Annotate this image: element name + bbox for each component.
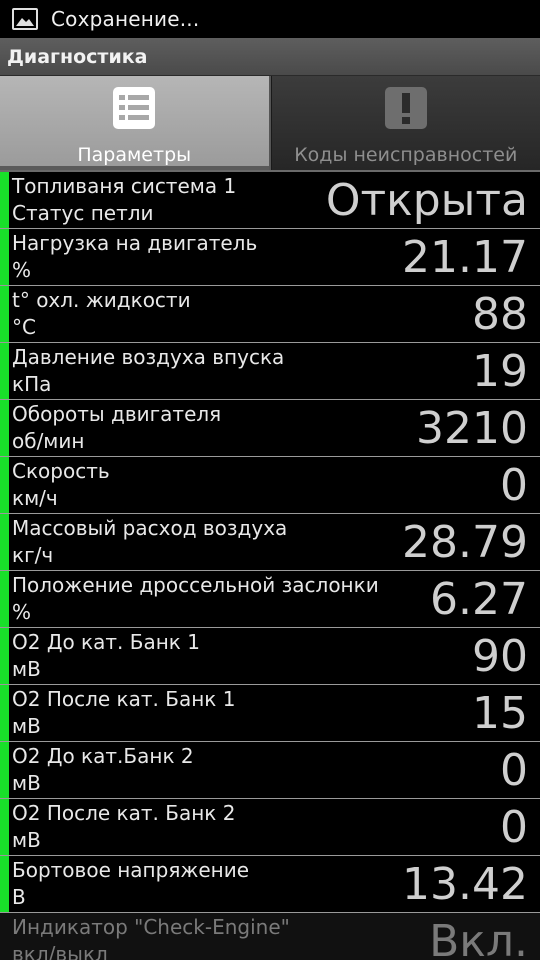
tab-fault-codes[interactable]: Коды неисправностей <box>270 76 540 170</box>
status-indicator <box>0 856 9 912</box>
parameter-value: 3210 <box>416 403 528 454</box>
parameter-unit: мВ <box>12 771 41 795</box>
title-bar: Диагностика <box>0 38 540 76</box>
parameter-unit: % <box>12 600 32 624</box>
parameter-value: 0 <box>500 802 528 853</box>
parameter-value: 6.27 <box>430 574 528 625</box>
parameter-unit: мВ <box>12 828 41 852</box>
status-indicator <box>0 172 9 228</box>
parameter-unit: кг/ч <box>12 543 54 567</box>
status-bar: Сохранение... <box>0 0 540 38</box>
parameter-unit: об/мин <box>12 429 85 453</box>
parameter-value: 13.42 <box>402 859 528 910</box>
list-item[interactable]: Обороты двигателя об/мин 3210 <box>0 399 540 456</box>
image-icon <box>12 8 38 30</box>
tab-parameters[interactable]: Параметры <box>0 76 271 170</box>
parameter-name: t° охл. жидкости <box>12 288 191 312</box>
parameter-value: 0 <box>500 745 528 796</box>
parameter-name: O2 До кат.Банк 2 <box>12 744 194 768</box>
list-item[interactable]: Бортовое напряжение В 13.42 <box>0 855 540 912</box>
parameter-name: Топливаня система 1 <box>12 174 237 198</box>
parameter-name: O2 До кат. Банк 1 <box>12 630 200 654</box>
list-item[interactable]: O2 После кат. Банк 1 мВ 15 <box>0 684 540 741</box>
status-indicator <box>0 400 9 456</box>
parameter-value: 88 <box>472 289 528 340</box>
status-indicator <box>0 742 9 798</box>
tab-parameters-label: Параметры <box>77 144 192 166</box>
list-icon <box>113 87 156 129</box>
parameter-unit: кПа <box>12 372 52 396</box>
parameter-unit: В <box>12 885 26 909</box>
list-item[interactable]: Индикатор "Check-Engine" вкл/выкл Вкл. <box>0 912 540 960</box>
list-item[interactable]: t° охл. жидкости °C 88 <box>0 285 540 342</box>
list-item[interactable]: O2 До кат. Банк 1 мВ 90 <box>0 627 540 684</box>
parameter-name: Давление воздуха впуска <box>12 345 285 369</box>
tab-fault-codes-label: Коды неисправностей <box>294 144 518 166</box>
status-indicator <box>0 229 9 285</box>
parameter-value: 90 <box>472 631 528 682</box>
tab-bar: Параметры Коды неисправностей <box>0 76 540 170</box>
status-indicator <box>0 514 9 570</box>
status-indicator <box>0 457 9 513</box>
list-item[interactable]: Положение дроссельной заслонки % 6.27 <box>0 570 540 627</box>
parameter-value: 28.79 <box>402 517 528 568</box>
status-indicator <box>0 628 9 684</box>
parameter-name: Нагрузка на двигатель <box>12 231 258 255</box>
parameter-unit: °C <box>12 315 36 339</box>
parameter-unit: вкл/выкл <box>12 942 108 960</box>
list-item[interactable]: Нагрузка на двигатель % 21.17 <box>0 228 540 285</box>
parameter-name: Массовый расход воздуха <box>12 516 288 540</box>
status-text: Сохранение... <box>51 7 200 31</box>
exclamation-icon <box>384 87 427 129</box>
status-indicator <box>0 343 9 399</box>
parameter-name: O2 После кат. Банк 2 <box>12 801 236 825</box>
parameter-unit: мВ <box>12 714 41 738</box>
parameter-name: Индикатор "Check-Engine" <box>12 915 290 939</box>
list-item[interactable]: O2 До кат.Банк 2 мВ 0 <box>0 741 540 798</box>
parameter-value: 15 <box>472 688 528 739</box>
parameter-value: 21.17 <box>402 232 528 283</box>
parameter-value: 19 <box>472 346 528 397</box>
status-indicator <box>0 571 9 627</box>
parameter-unit: мВ <box>12 657 41 681</box>
list-item[interactable]: Топливаня система 1 Статус петли Открыта <box>0 170 540 228</box>
list-item[interactable]: Давление воздуха впуска кПа 19 <box>0 342 540 399</box>
parameter-value: 0 <box>500 460 528 511</box>
parameter-unit: % <box>12 258 32 282</box>
parameter-name: Обороты двигателя <box>12 402 222 426</box>
list-item[interactable]: Массовый расход воздуха кг/ч 28.79 <box>0 513 540 570</box>
parameter-name: O2 После кат. Банк 1 <box>12 687 236 711</box>
parameter-unit: км/ч <box>12 486 58 510</box>
status-indicator <box>0 685 9 741</box>
parameter-unit: Статус петли <box>12 201 154 225</box>
status-indicator <box>0 799 9 855</box>
parameter-list[interactable]: Топливаня система 1 Статус петли Открыта… <box>0 170 540 960</box>
status-indicator <box>0 286 9 342</box>
parameter-value: Вкл. <box>429 916 528 960</box>
page-title: Диагностика <box>7 45 148 68</box>
list-item[interactable]: O2 После кат. Банк 2 мВ 0 <box>0 798 540 855</box>
parameter-name: Бортовое напряжение <box>12 858 250 882</box>
parameter-value: Открыта <box>325 175 528 226</box>
list-item[interactable]: Скорость км/ч 0 <box>0 456 540 513</box>
parameter-name: Скорость <box>12 459 110 483</box>
parameter-name: Положение дроссельной заслонки <box>12 573 379 597</box>
